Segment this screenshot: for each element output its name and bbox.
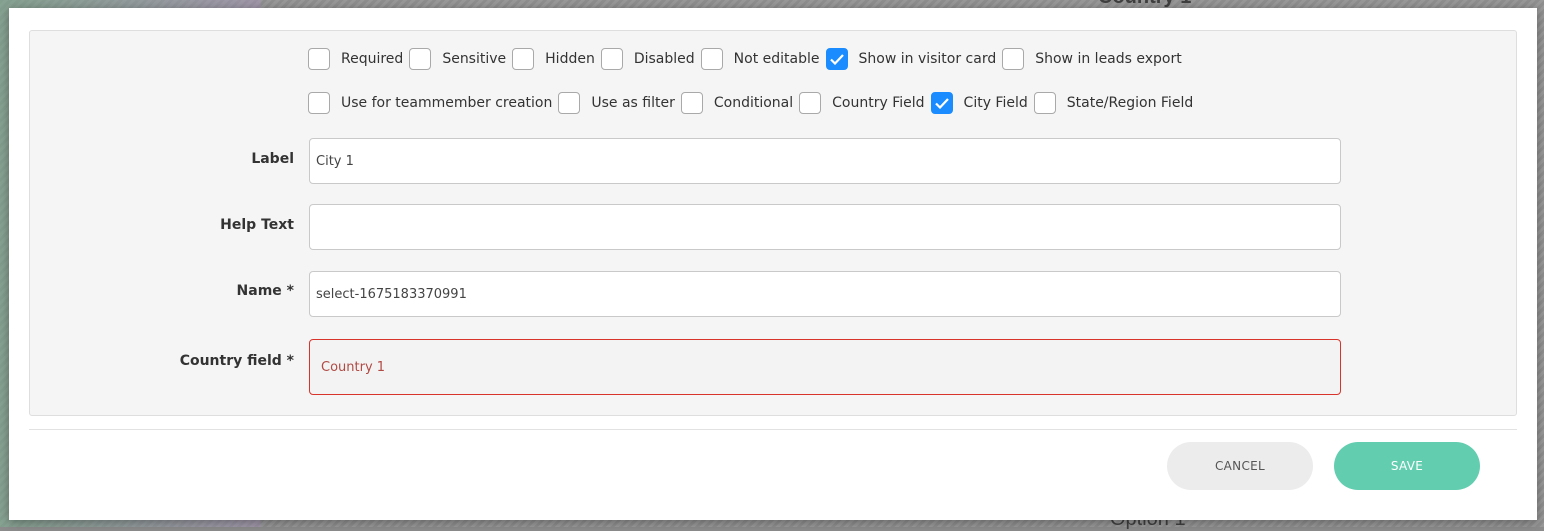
field-settings-panel: Required Sensitive Hidden Disabled Not e…: [29, 30, 1517, 416]
checkbox-row-2: Use for teammember creation Use as filte…: [308, 92, 1199, 114]
checkbox-box[interactable]: [680, 92, 703, 114]
checkbox-show-in-leads-export[interactable]: Show in leads export: [1002, 48, 1182, 70]
checkbox-label: Hidden: [545, 51, 595, 67]
country-field-select[interactable]: Country 1: [309, 339, 1341, 395]
checkbox-disabled[interactable]: Disabled: [600, 48, 695, 70]
checkbox-label: Use for teammember creation: [341, 95, 553, 111]
checkbox-box[interactable]: [512, 48, 535, 70]
checkbox-conditional[interactable]: Conditional: [680, 92, 794, 114]
checkbox-box[interactable]: [825, 48, 848, 70]
checkbox-use-as-filter[interactable]: Use as filter: [558, 92, 675, 114]
checkbox-hidden[interactable]: Hidden: [512, 48, 595, 70]
checkbox-box[interactable]: [930, 92, 953, 114]
checkbox-label: Show in leads export: [1035, 51, 1182, 67]
checkbox-box[interactable]: [1033, 92, 1056, 114]
checkbox-show-in-visitor-card[interactable]: Show in visitor card: [825, 48, 997, 70]
country-field-label: Country field *: [179, 353, 294, 369]
checkbox-label: Country Field: [832, 95, 925, 111]
name-field-label: Name *: [236, 283, 294, 299]
checkbox-row-1: Required Sensitive Hidden Disabled Not e…: [308, 48, 1188, 70]
label-field-label: Label: [251, 151, 294, 167]
checkbox-box[interactable]: [700, 48, 723, 70]
checkbox-city-field[interactable]: City Field: [930, 92, 1028, 114]
help-text-input[interactable]: [309, 204, 1341, 250]
footer-divider: [29, 429, 1517, 430]
checkbox-label: City Field: [963, 95, 1028, 111]
checkbox-country-field[interactable]: Country Field: [799, 92, 925, 114]
checkbox-box[interactable]: [308, 92, 330, 114]
checkbox-not-editable[interactable]: Not editable: [700, 48, 820, 70]
checkbox-box[interactable]: [308, 48, 330, 70]
checkbox-use-for-teammember-creation[interactable]: Use for teammember creation: [308, 92, 552, 114]
checkbox-label: Use as filter: [591, 95, 675, 111]
checkbox-label: Not editable: [733, 51, 820, 67]
checkbox-box[interactable]: [799, 92, 822, 114]
country-field-selected-value: Country 1: [321, 359, 386, 375]
checkbox-label: Sensitive: [442, 51, 507, 67]
edit-field-modal: Required Sensitive Hidden Disabled Not e…: [9, 8, 1537, 520]
checkbox-required[interactable]: Required: [308, 48, 403, 70]
checkbox-state-region-field[interactable]: State/Region Field: [1033, 92, 1194, 114]
checkbox-label: Conditional: [713, 95, 794, 111]
checkbox-box[interactable]: [409, 48, 432, 70]
checkbox-label: Show in visitor card: [858, 51, 997, 67]
save-button[interactable]: SAVE: [1334, 442, 1480, 490]
checkbox-box[interactable]: [558, 92, 581, 114]
checkbox-sensitive[interactable]: Sensitive: [409, 48, 506, 70]
checkbox-box[interactable]: [600, 48, 623, 70]
checkbox-box[interactable]: [1002, 48, 1025, 70]
checkbox-label: State/Region Field: [1066, 95, 1194, 111]
name-input[interactable]: [309, 271, 1341, 317]
checkbox-label: Required: [341, 51, 404, 67]
cancel-button[interactable]: CANCEL: [1167, 442, 1313, 490]
checkbox-label: Disabled: [633, 51, 695, 67]
label-input[interactable]: [309, 138, 1341, 184]
help-text-field-label: Help Text: [220, 217, 294, 233]
